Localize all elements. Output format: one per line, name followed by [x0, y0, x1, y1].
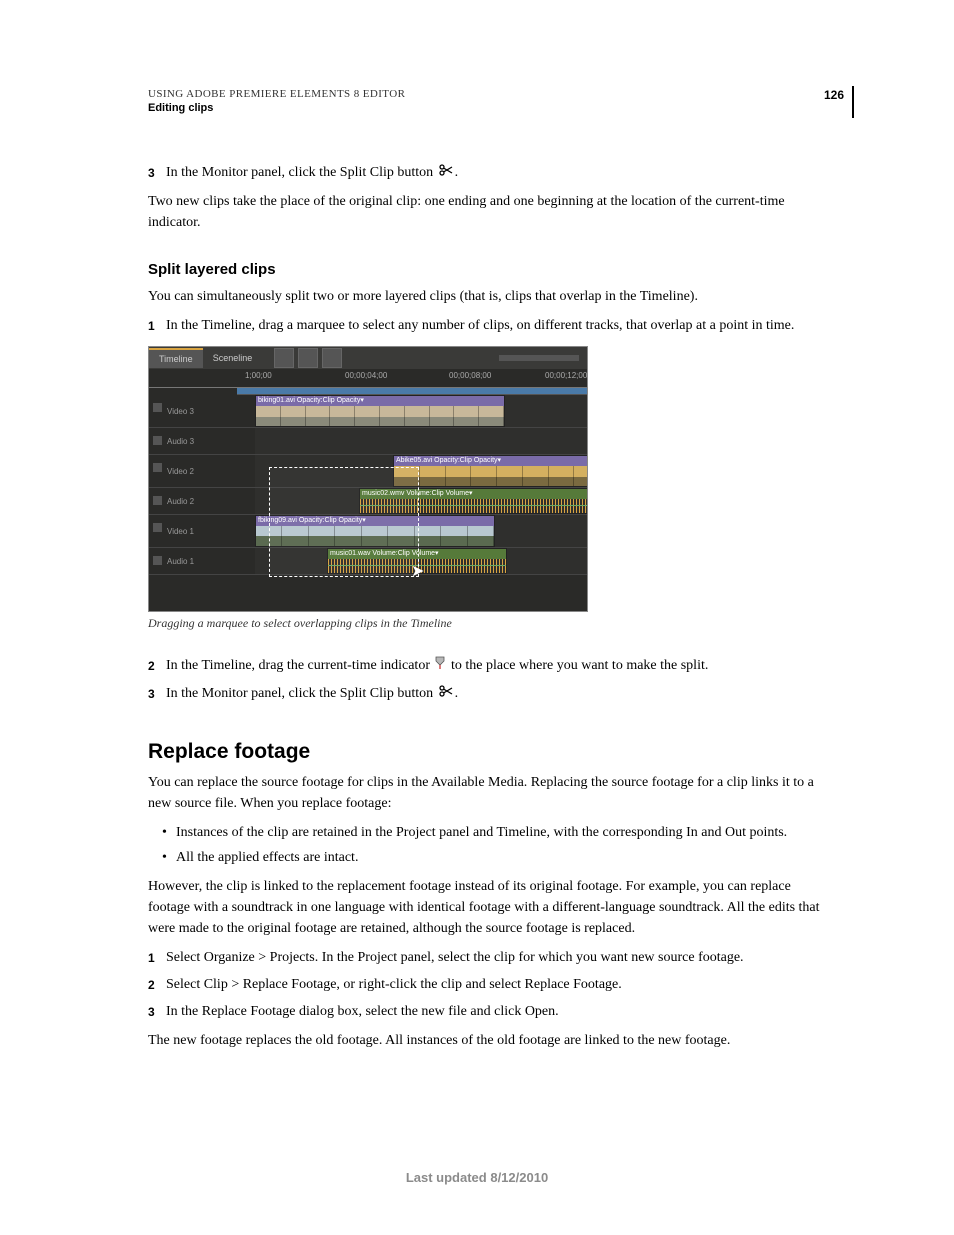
- track-audio3: Audio 3: [149, 428, 587, 455]
- step-number: 3: [148, 162, 166, 183]
- step-number: 1: [148, 315, 166, 336]
- toolbar-button: [274, 348, 294, 368]
- track-video3: Video 3 biking01.avi Opacity:Clip Opacit…: [149, 395, 587, 428]
- clip-fbiking09: fbiking09.avi Opacity:Clip Opacity▾: [255, 515, 495, 547]
- body-paragraph: The new footage replaces the old footage…: [148, 1030, 834, 1051]
- page-header: USING ADOBE PREMIERE ELEMENTS 8 EDITOR E…: [148, 88, 834, 114]
- body-paragraph: You can replace the source footage for c…: [148, 772, 834, 814]
- bullet-item: •Instances of the clip are retained in t…: [162, 822, 834, 843]
- tab-bar: Timeline Sceneline: [149, 347, 587, 369]
- track-audio1: Audio 1 music01.wav Volume:Clip Volume▾: [149, 548, 587, 575]
- step-item: 3 In the Monitor panel, click the Split …: [148, 683, 834, 704]
- step-item: 2 Select Clip > Replace Footage, or righ…: [148, 974, 834, 995]
- step-number: 1: [148, 947, 166, 968]
- work-area-bar: [237, 388, 587, 395]
- track-video1: Video 1 fbiking09.avi Opacity:Clip Opaci…: [149, 515, 587, 548]
- page-number: 126: [824, 88, 844, 102]
- body-paragraph: Two new clips take the place of the orig…: [148, 191, 834, 233]
- step-item: 1 In the Timeline, drag a marquee to sel…: [148, 315, 834, 336]
- heading-split-layered: Split layered clips: [148, 261, 834, 278]
- step-number: 3: [148, 683, 166, 704]
- track-video2: Video 2 Abike05.avi Opacity:Clip Opacity…: [149, 455, 587, 488]
- step-item: 1 Select Organize > Projects. In the Pro…: [148, 947, 834, 968]
- body-paragraph: You can simultaneously split two or more…: [148, 286, 834, 307]
- figure-caption: Dragging a marquee to select overlapping…: [148, 616, 834, 631]
- step-number: 2: [148, 655, 166, 676]
- step-text: In the Monitor panel, click the Split Cl…: [166, 162, 834, 183]
- toolbar-button: [298, 348, 318, 368]
- scissors-icon: [439, 162, 453, 183]
- cursor-icon: ➤: [411, 561, 424, 581]
- step-number: 3: [148, 1001, 166, 1022]
- clip-abike05: Abike05.avi Opacity:Clip Opacity▾: [393, 455, 588, 487]
- clip-music02: music02.wmv Volume:Clip Volume▾: [359, 488, 588, 514]
- step-item: 2 In the Timeline, drag the current-time…: [148, 655, 834, 676]
- step-text: In the Monitor panel, click the Split Cl…: [166, 683, 834, 704]
- step-item: 3 In the Monitor panel, click the Split …: [148, 162, 834, 183]
- doc-title: USING ADOBE PREMIERE ELEMENTS 8 EDITOR: [148, 88, 834, 100]
- timeline-figure: Timeline Sceneline 1;00;00 00;00;04;00 0…: [148, 346, 834, 631]
- track-audio2: Audio 2 music02.wmv Volume:Clip Volume▾: [149, 488, 587, 515]
- step-text: Select Clip > Replace Footage, or right-…: [166, 974, 834, 995]
- tab-timeline: Timeline: [149, 348, 203, 368]
- scissors-icon: [439, 683, 453, 704]
- step-item: 3 In the Replace Footage dialog box, sel…: [148, 1001, 834, 1022]
- step-text: In the Timeline, drag the current-time i…: [166, 655, 834, 676]
- step-number: 2: [148, 974, 166, 995]
- tab-sceneline: Sceneline: [203, 349, 263, 367]
- zoom-slider: [499, 355, 579, 361]
- step-text: In the Replace Footage dialog box, selec…: [166, 1001, 834, 1022]
- bullet-item: •All the applied effects are intact.: [162, 847, 834, 868]
- step-text: Select Organize > Projects. In the Proje…: [166, 947, 834, 968]
- time-indicator-icon: [435, 656, 445, 677]
- time-ruler: 1;00;00 00;00;04;00 00;00;08;00 00;00;12…: [149, 369, 587, 388]
- step-text: In the Timeline, drag a marquee to selec…: [166, 315, 834, 336]
- heading-replace-footage: Replace footage: [148, 740, 834, 764]
- toolbar-button: [322, 348, 342, 368]
- header-divider: [852, 86, 854, 118]
- footer-updated: Last updated 8/12/2010: [0, 1170, 954, 1185]
- section-title: Editing clips: [148, 102, 834, 114]
- timeline-screenshot: Timeline Sceneline 1;00;00 00;00;04;00 0…: [148, 346, 588, 612]
- clip-biking01: biking01.avi Opacity:Clip Opacity▾: [255, 395, 505, 427]
- body-paragraph: However, the clip is linked to the repla…: [148, 876, 834, 939]
